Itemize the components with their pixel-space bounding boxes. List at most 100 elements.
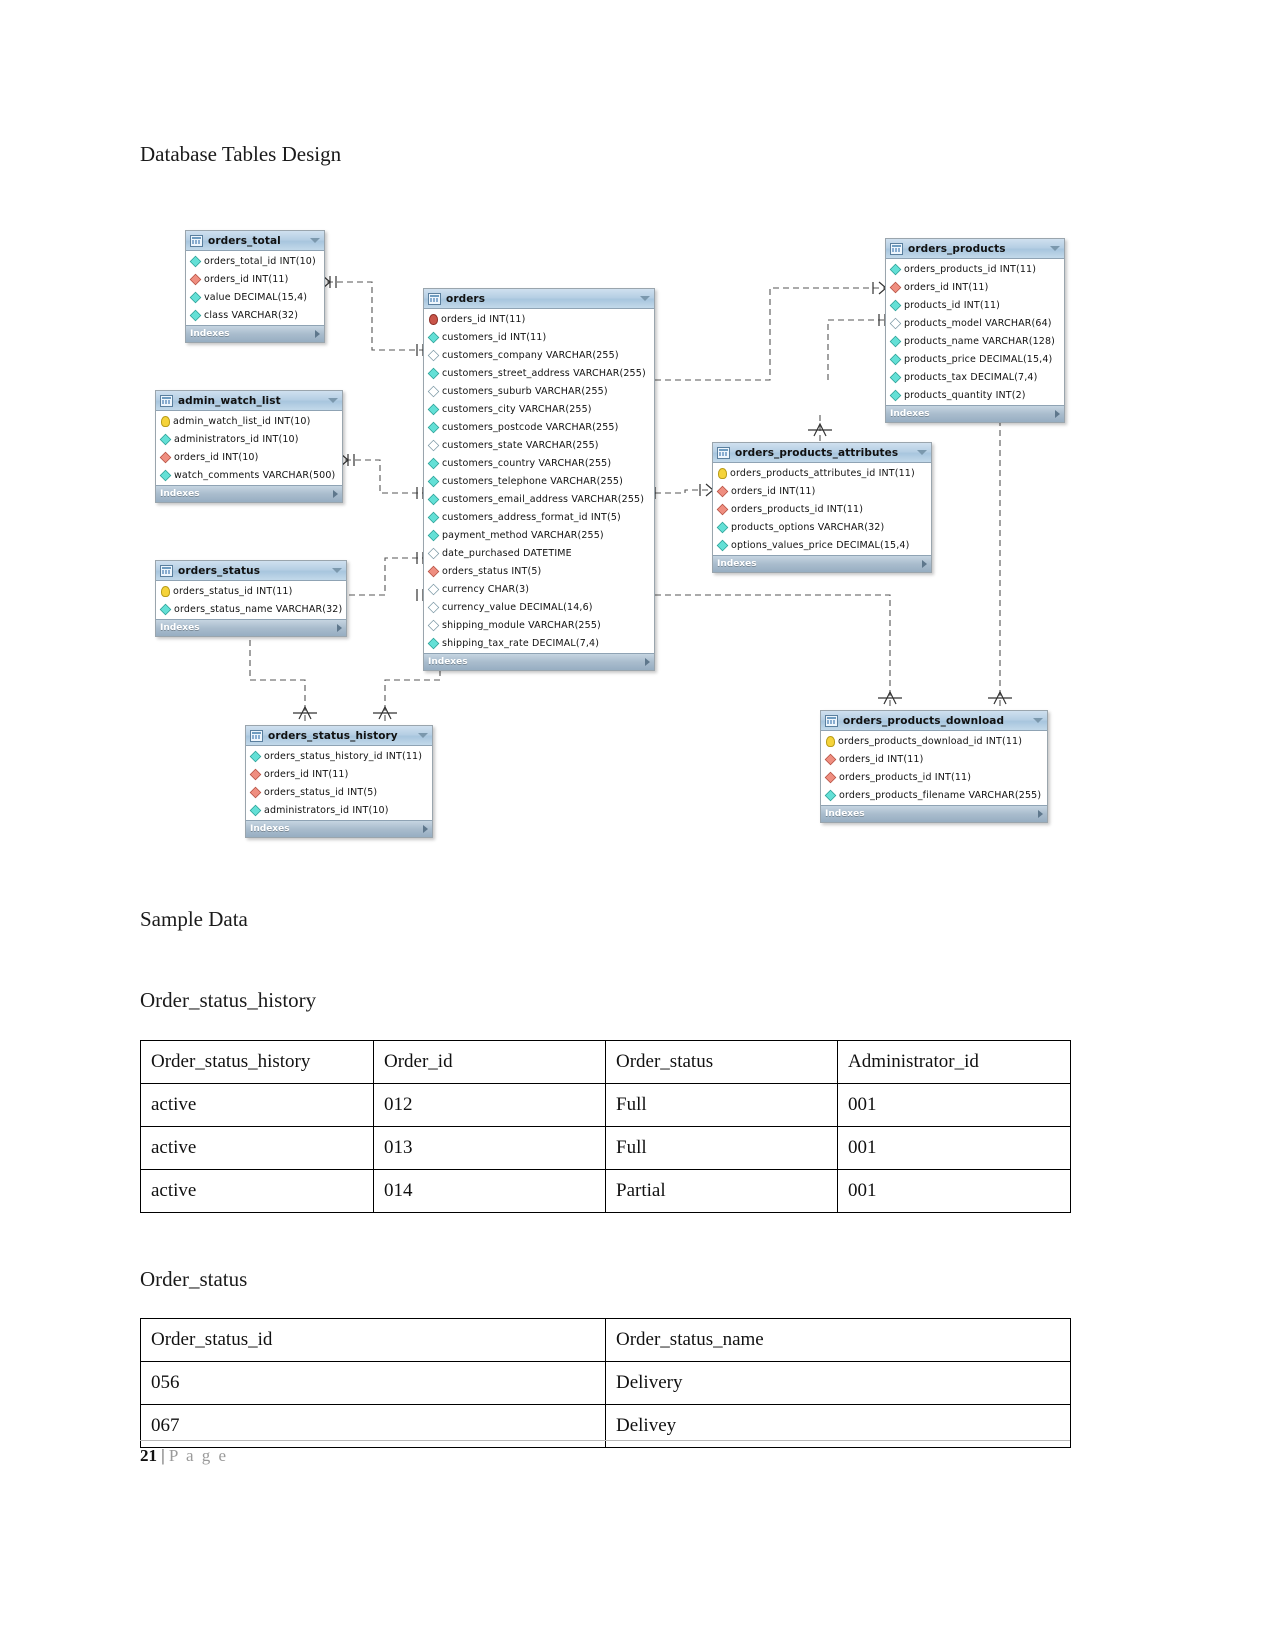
er-table-field[interactable]: orders_id INT(11) [246,765,432,783]
er-table-field[interactable]: products_price DECIMAL(15,4) [886,350,1064,368]
chevron-down-icon[interactable] [1033,718,1043,723]
er-table-orders-products[interactable]: orders_products orders_products_id INT(11… [885,238,1065,423]
er-field-label: orders_id INT(10) [174,451,259,463]
chevron-right-icon[interactable] [423,825,428,833]
er-table-field[interactable]: orders_id INT(10) [156,448,342,466]
diamond-teal-icon [159,603,172,615]
er-table-field[interactable]: orders_products_filename VARCHAR(255) [821,786,1047,804]
er-table-orders-status[interactable]: orders_status orders_status_id INT(11) ord… [155,560,347,637]
chevron-down-icon[interactable] [328,398,338,403]
er-table-indexes-bar[interactable]: Indexes [156,619,346,636]
er-table-field[interactable]: shipping_module VARCHAR(255) [424,616,654,634]
er-table-indexes-bar[interactable]: Indexes [821,805,1047,822]
er-table-field[interactable]: orders_products_id INT(11) [886,260,1064,278]
er-table-field[interactable]: options_values_price DECIMAL(15,4) [713,536,931,554]
chevron-down-icon[interactable] [917,450,927,455]
er-table-field[interactable]: customers_address_format_id INT(5) [424,508,654,526]
chevron-down-icon[interactable] [1050,246,1060,251]
er-table-header[interactable]: admin_watch_list [156,391,342,411]
er-table-field[interactable]: payment_method VARCHAR(255) [424,526,654,544]
er-table-field[interactable]: orders_id INT(11) [186,270,324,288]
er-table-admin-watch-list[interactable]: admin_watch_list admin_watch_list_id INT(… [155,390,343,503]
er-table-field[interactable]: orders_id INT(11) [424,310,654,328]
chevron-down-icon[interactable] [310,238,320,243]
chevron-right-icon[interactable] [922,560,927,568]
er-table-orders-status-history[interactable]: orders_status_history orders_status_histo… [245,725,433,838]
chevron-right-icon[interactable] [1055,410,1060,418]
er-table-field[interactable]: products_model VARCHAR(64) [886,314,1064,332]
er-table-header[interactable]: orders_products_attributes [713,443,931,463]
er-table-field[interactable]: customers_state VARCHAR(255) [424,436,654,454]
er-table-orders[interactable]: orders orders_id INT(11) customers_id INT(… [423,288,655,671]
er-table-field[interactable]: orders_id INT(11) [886,278,1064,296]
table-cell: active [140,1126,374,1170]
er-table-indexes-bar[interactable]: Indexes [886,405,1064,422]
diamond-teal-icon [889,299,902,311]
er-field-label: orders_status_id INT(11) [173,585,293,597]
chevron-down-icon[interactable] [332,568,342,573]
er-table-field[interactable]: value DECIMAL(15,4) [186,288,324,306]
er-field-label: administrators_id INT(10) [174,433,299,445]
er-table-header[interactable]: orders_status [156,561,346,581]
er-table-field[interactable]: watch_comments VARCHAR(500) [156,466,342,484]
er-table-orders-products-download[interactable]: orders_products_download orders_products_… [820,710,1048,823]
er-table-field[interactable]: orders_products_attributes_id INT(11) [713,464,931,482]
er-table-field[interactable]: products_name VARCHAR(128) [886,332,1064,350]
er-table-field[interactable]: class VARCHAR(32) [186,306,324,324]
er-table-field[interactable]: administrators_id INT(10) [246,801,432,819]
er-table-field[interactable]: currency_value DECIMAL(14,6) [424,598,654,616]
er-table-field[interactable]: date_purchased DATETIME [424,544,654,562]
diamond-teal-icon [159,469,172,481]
er-table-header[interactable]: orders_status_history [246,726,432,746]
chevron-right-icon[interactable] [337,624,342,632]
er-table-field[interactable]: orders_products_id INT(11) [821,768,1047,786]
er-table-indexes-bar[interactable]: Indexes [424,653,654,670]
er-table-header[interactable]: orders [424,289,654,309]
er-table-field[interactable]: orders_total_id INT(10) [186,252,324,270]
er-table-field[interactable]: customers_suburb VARCHAR(255) [424,382,654,400]
er-table-field[interactable]: customers_id INT(11) [424,328,654,346]
er-table-indexes-bar[interactable]: Indexes [713,555,931,572]
er-table-field[interactable]: shipping_tax_rate DECIMAL(7,4) [424,634,654,652]
chevron-down-icon[interactable] [640,296,650,301]
er-table-indexes-bar[interactable]: Indexes [186,325,324,342]
er-table-field[interactable]: customers_postcode VARCHAR(255) [424,418,654,436]
er-table-field[interactable]: customers_email_address VARCHAR(255) [424,490,654,508]
er-table-field[interactable]: currency CHAR(3) [424,580,654,598]
chevron-right-icon[interactable] [645,658,650,666]
er-field-label: customers_state VARCHAR(255) [442,439,599,451]
er-table-field[interactable]: customers_company VARCHAR(255) [424,346,654,364]
er-table-indexes-bar[interactable]: Indexes [246,820,432,837]
er-table-field[interactable]: orders_status_name VARCHAR(32) [156,600,346,618]
er-table-field[interactable]: orders_status_history_id INT(11) [246,747,432,765]
er-table-header[interactable]: orders_products [886,239,1064,259]
chevron-down-icon[interactable] [418,733,428,738]
er-table-header[interactable]: orders_products_download [821,711,1047,731]
er-table-field[interactable]: orders_products_download_id INT(11) [821,732,1047,750]
er-table-field[interactable]: orders_status INT(5) [424,562,654,580]
er-table-field[interactable]: customers_country VARCHAR(255) [424,454,654,472]
er-table-field[interactable]: orders_status_id INT(5) [246,783,432,801]
er-table-field[interactable]: products_id INT(11) [886,296,1064,314]
er-table-field[interactable]: orders_id INT(11) [713,482,931,500]
chevron-right-icon[interactable] [333,490,338,498]
chevron-right-icon[interactable] [315,330,320,338]
er-table-field[interactable]: products_quantity INT(2) [886,386,1064,404]
column-header: Order_status_name [605,1318,1071,1362]
er-table-header[interactable]: orders_total [186,231,324,251]
er-table-field[interactable]: admin_watch_list_id INT(10) [156,412,342,430]
er-table-orders-products-attributes[interactable]: orders_products_attributes orders_product… [712,442,932,573]
er-table-field[interactable]: products_options VARCHAR(32) [713,518,931,536]
indexes-label: Indexes [890,409,930,419]
er-table-field[interactable]: customers_telephone VARCHAR(255) [424,472,654,490]
er-table-field[interactable]: orders_products_id INT(11) [713,500,931,518]
er-table-field[interactable]: products_tax DECIMAL(7,4) [886,368,1064,386]
er-table-field[interactable]: orders_status_id INT(11) [156,582,346,600]
er-table-field[interactable]: customers_street_address VARCHAR(255) [424,364,654,382]
er-table-field[interactable]: orders_id INT(11) [821,750,1047,768]
er-table-field[interactable]: administrators_id INT(10) [156,430,342,448]
chevron-right-icon[interactable] [1038,810,1043,818]
er-table-field[interactable]: customers_city VARCHAR(255) [424,400,654,418]
er-table-indexes-bar[interactable]: Indexes [156,485,342,502]
er-table-orders-total[interactable]: orders_total orders_total_id INT(10) order… [185,230,325,343]
